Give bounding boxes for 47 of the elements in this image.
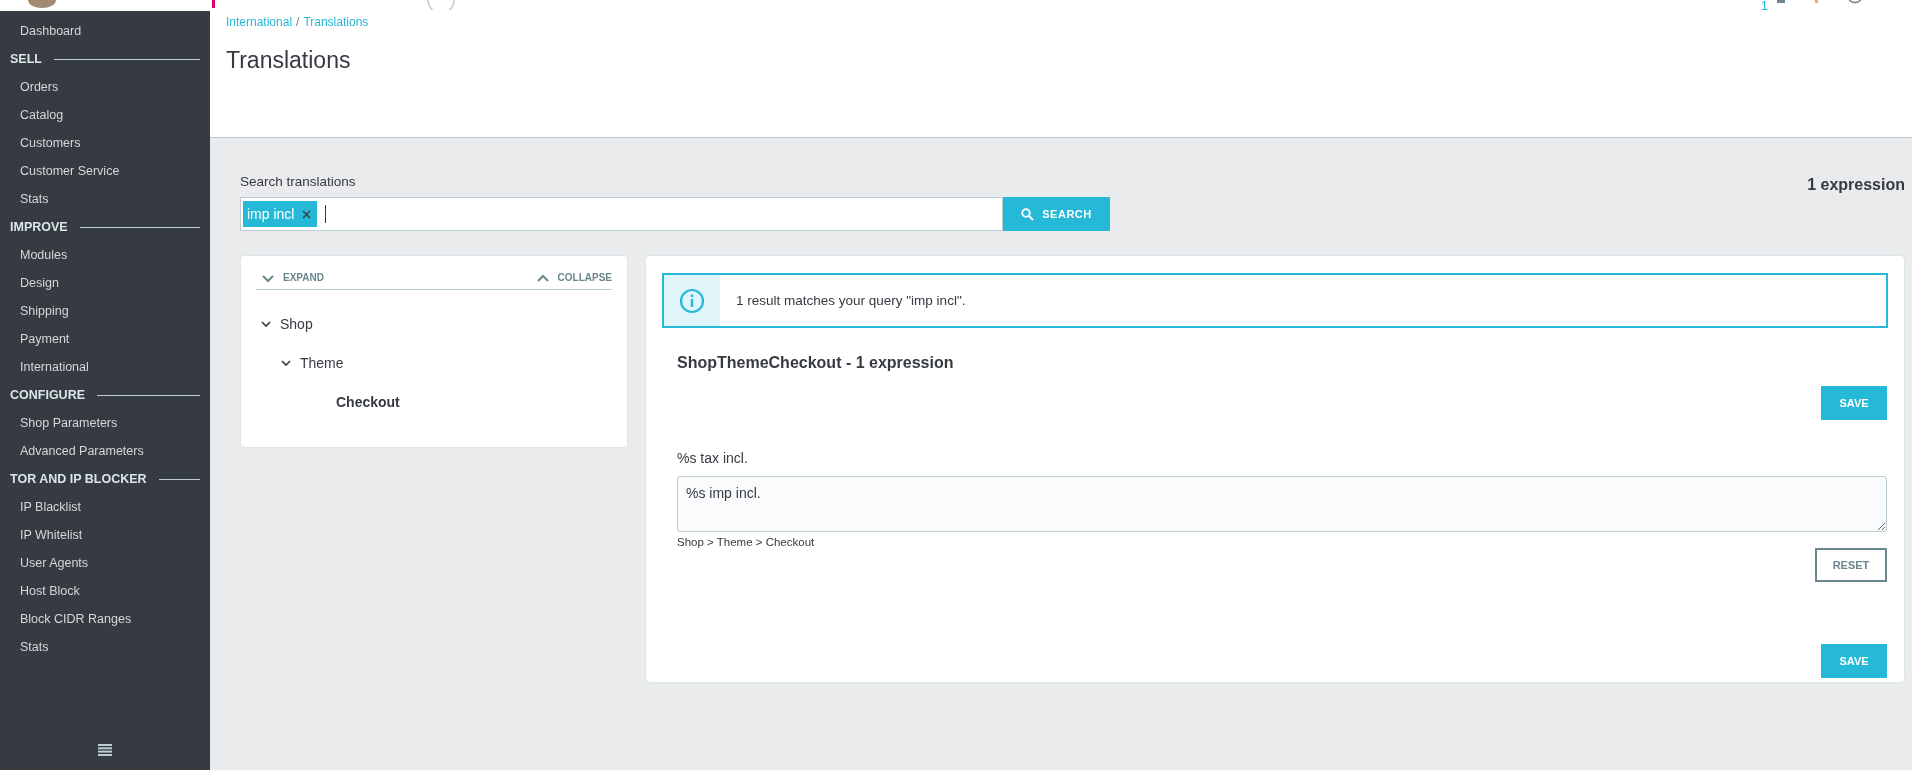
source-text: %s tax incl. — [677, 450, 749, 466]
chevron-down-icon — [261, 272, 275, 283]
tag-label: imp incl — [247, 206, 295, 222]
menu-item[interactable]: IP Blacklist — [0, 493, 81, 521]
menu-item[interactable]: Dashboard — [0, 17, 82, 45]
page-title: Translations — [226, 47, 352, 74]
menu-item[interactable]: Shipping — [0, 297, 69, 325]
logo-mark-icon — [212, 0, 216, 10]
tree-item[interactable]: Checkout — [336, 393, 400, 410]
menu-item[interactable]: Stats — [0, 633, 49, 661]
close-icon — [302, 209, 312, 219]
reset-button[interactable]: RESET — [1815, 548, 1887, 582]
menu-item[interactable]: Advanced Parameters — [0, 437, 144, 465]
tree-item[interactable]: Theme — [300, 354, 344, 371]
menu-item[interactable]: Shop Parameters — [0, 409, 118, 437]
info-icon — [679, 287, 705, 314]
section-title: IMPROVE — [10, 220, 68, 234]
menu-item[interactable]: Customer Service — [0, 157, 120, 185]
menu-item[interactable]: International — [0, 353, 89, 381]
menu-item[interactable]: Design — [0, 269, 59, 297]
menu-item[interactable]: Host Block — [0, 577, 80, 605]
chevron-up-icon — [535, 272, 550, 283]
expression-count: 1 expression — [1807, 176, 1905, 194]
menu-item[interactable]: Customers — [0, 129, 81, 157]
translation-field[interactable]: %s imp incl. — [677, 476, 1887, 532]
tree-item[interactable]: Shop — [280, 315, 313, 332]
menu-item[interactable]: IP Whitelist — [0, 521, 83, 549]
section-title: CONFIGURE — [10, 388, 85, 402]
section-title: SELL — [10, 52, 42, 66]
search-icon — [1021, 207, 1035, 221]
info-message: 1 result matches your query "imp incl". — [736, 293, 966, 308]
menu-item[interactable]: Payment — [0, 325, 70, 353]
menu-item[interactable]: Orders — [0, 73, 59, 101]
menu-item[interactable]: Modules — [0, 241, 68, 269]
collapse-link[interactable]: COLLAPSE — [535, 272, 612, 283]
translation-path: Shop > Theme > Checkout — [677, 536, 816, 548]
menu-item[interactable]: User Agents — [0, 549, 89, 577]
text-cursor — [325, 205, 327, 223]
menu-item[interactable]: Stats — [0, 185, 49, 213]
breadcrumb-separator: / — [296, 15, 300, 29]
menu-item[interactable]: Catalog — [0, 101, 64, 129]
expand-link[interactable]: EXPAND — [261, 272, 324, 283]
menu-icon — [98, 744, 112, 756]
menu-item[interactable]: Block CIDR Ranges — [0, 605, 132, 633]
section-heading: ShopThemeCheckout - 1 expression — [677, 354, 955, 372]
field-label: Search translations — [240, 174, 357, 189]
section-title: TOR AND IP BLOCKER — [10, 472, 147, 486]
